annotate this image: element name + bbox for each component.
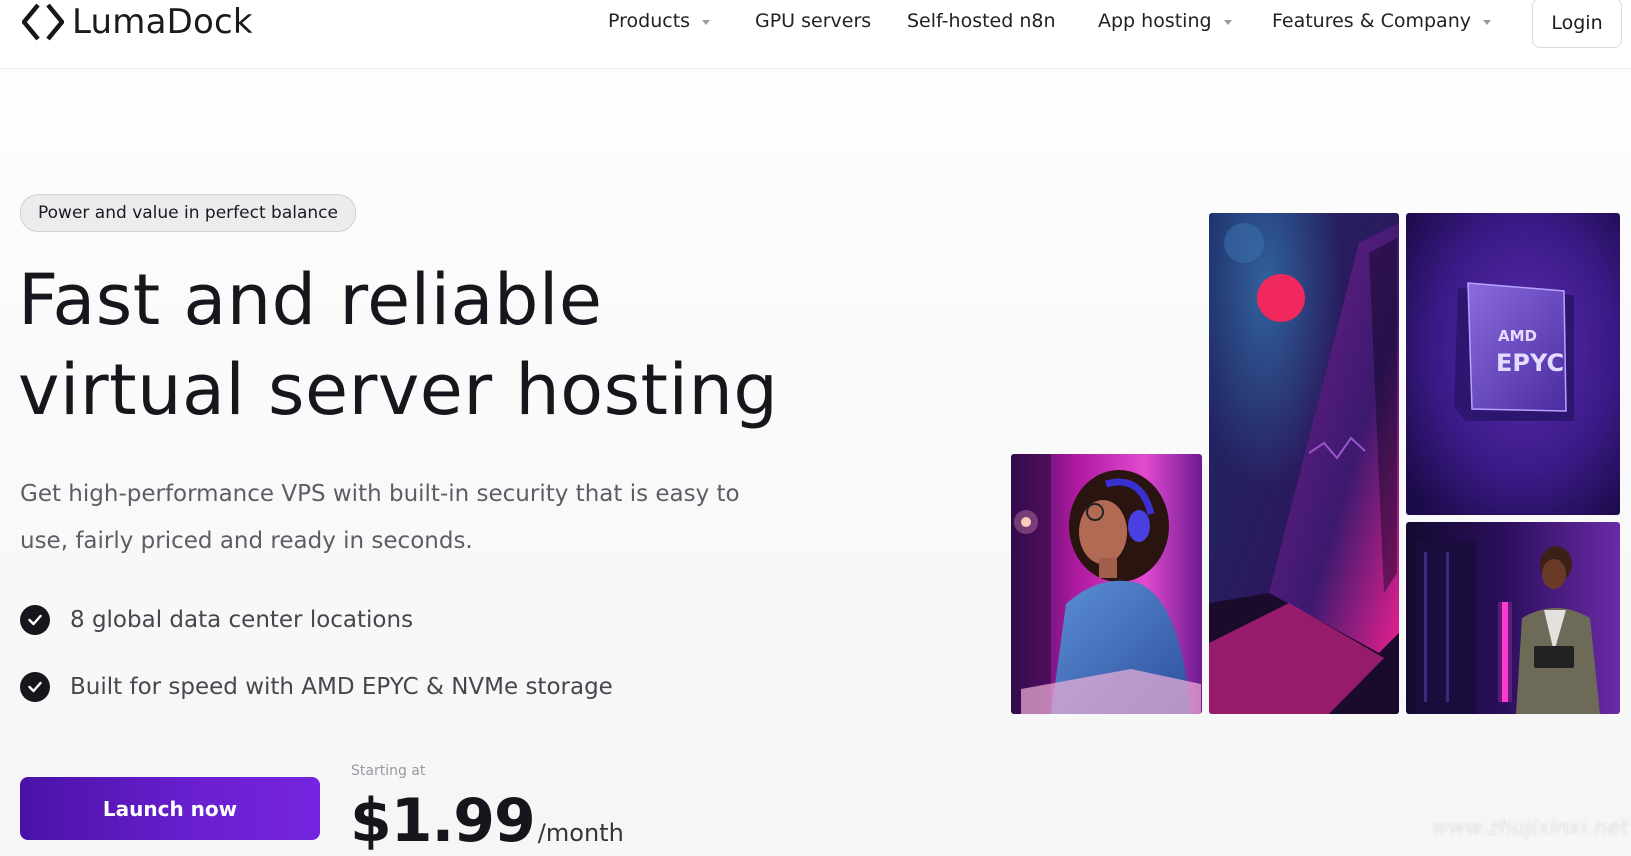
price-caption: Starting at [351, 763, 426, 779]
price-display: $1.99 /month [350, 786, 624, 856]
laptop-screen-image [1209, 213, 1399, 714]
woman-with-headphones-image [1011, 454, 1202, 714]
nav-item-label: Self-hosted n8n [907, 10, 1056, 32]
top-navigation: LumaDock Products GPU servers Self-hoste… [0, 0, 1631, 69]
price-amount: $1.99 [350, 786, 536, 856]
nav-item-self-hosted-n8n[interactable]: Self-hosted n8n [907, 10, 1056, 32]
chip-label-amd: AMD [1498, 327, 1537, 345]
brand-logo[interactable]: LumaDock [22, 0, 253, 44]
nav-item-label: App hosting [1098, 10, 1212, 32]
chip-label-epyc: EPYC [1496, 349, 1564, 377]
nav-item-features-company[interactable]: Features & Company [1272, 10, 1491, 32]
feature-item: Built for speed with AMD EPYC & NVMe sto… [20, 672, 613, 702]
nav-item-products[interactable]: Products [608, 10, 711, 32]
headline-line-1: Fast and reliable [18, 259, 603, 341]
nav-item-gpu-servers[interactable]: GPU servers [755, 10, 871, 32]
hero-headline: Fast and reliable virtual server hosting [18, 255, 778, 435]
checkmark-icon [20, 605, 50, 635]
feature-text: Built for speed with AMD EPYC & NVMe sto… [70, 674, 613, 700]
price-unit: /month [537, 819, 624, 847]
checkmark-icon [20, 672, 50, 702]
headline-line-2: virtual server hosting [18, 349, 779, 431]
feature-text: 8 global data center locations [70, 607, 414, 633]
nav-item-label: Features & Company [1272, 10, 1471, 32]
brand-name: LumaDock [72, 2, 253, 42]
tagline-badge: Power and value in perfect balance [20, 194, 356, 232]
login-button[interactable]: Login [1532, 0, 1622, 48]
amd-epyc-chip-image: AMD EPYC [1406, 213, 1620, 515]
woman-in-server-room-image [1406, 522, 1620, 714]
hero-subtitle: Get high-performance VPS with built-in s… [20, 481, 740, 554]
caret-down-icon [1482, 19, 1491, 25]
nav-item-label: GPU servers [755, 10, 872, 32]
caret-down-icon [702, 19, 711, 25]
code-brackets-icon [22, 3, 64, 41]
nav-item-app-hosting[interactable]: App hosting [1098, 10, 1232, 32]
watermark-text: www.zhujixinxi.net [1432, 815, 1629, 839]
launch-now-button[interactable]: Launch now [20, 777, 320, 840]
feature-item: 8 global data center locations [20, 605, 413, 635]
caret-down-icon [1223, 19, 1232, 25]
nav-item-label: Products [608, 10, 691, 32]
